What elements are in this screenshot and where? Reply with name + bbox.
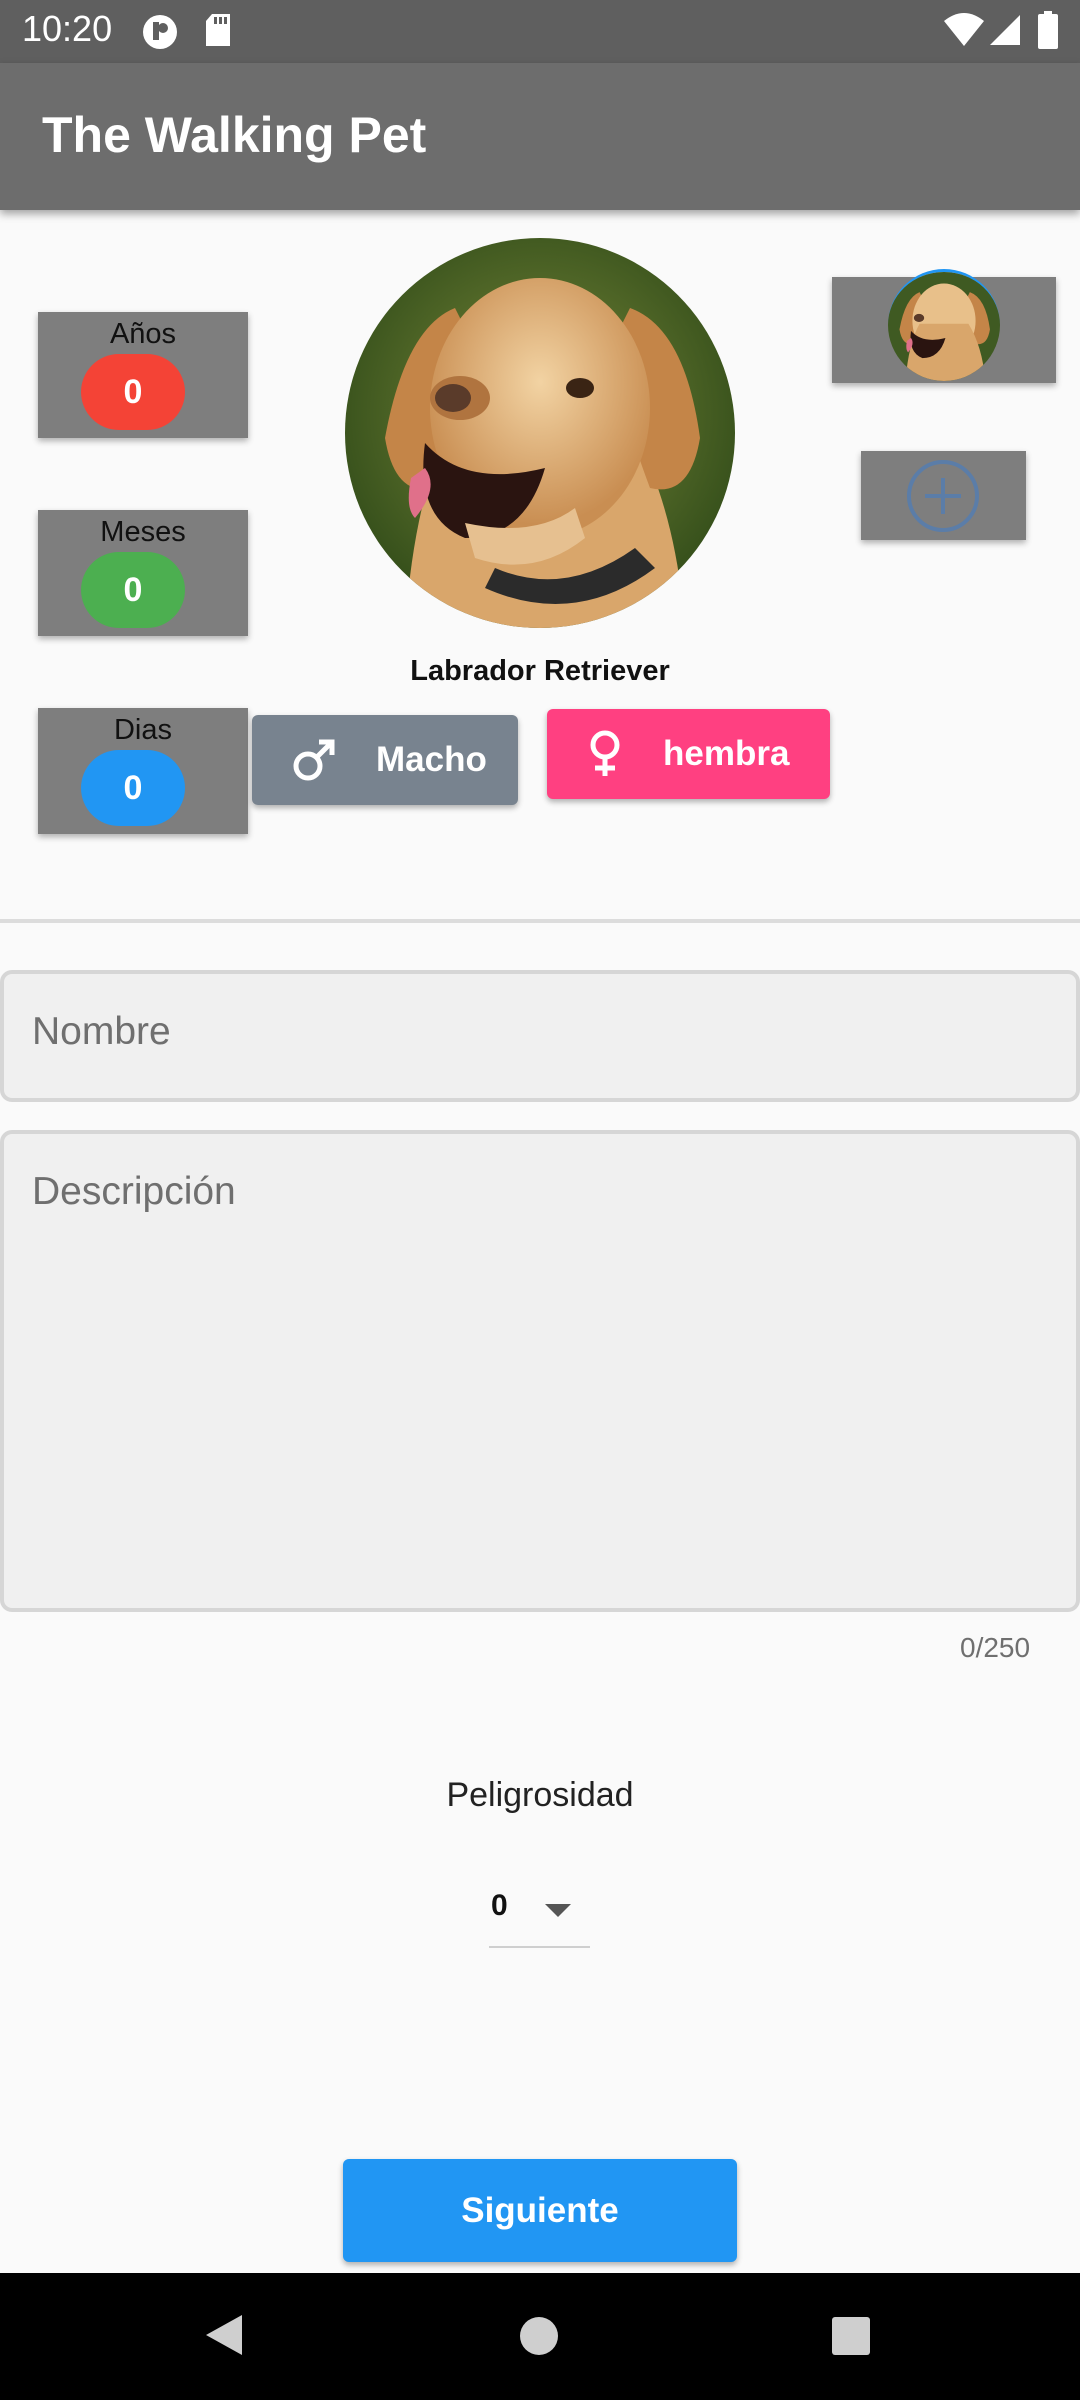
description-field[interactable]: Descripción — [0, 1130, 1080, 1612]
dropdown-arrow-icon — [545, 1904, 571, 1917]
description-placeholder: Descripción — [32, 1170, 236, 1213]
months-label: Meses — [100, 516, 186, 548]
danger-dropdown[interactable]: 0 — [489, 1875, 590, 1948]
danger-label: Peligrosidad — [446, 1776, 634, 1814]
wifi-icon — [944, 13, 984, 46]
add-photo-button[interactable] — [861, 451, 1026, 540]
status-time: 10:20 — [22, 8, 113, 49]
days-card[interactable]: Dias 0 — [38, 708, 248, 834]
days-label: Dias — [113, 714, 172, 746]
years-value[interactable]: 0 — [81, 354, 185, 430]
next-button[interactable]: Siguiente — [343, 2159, 737, 2262]
pet-photo[interactable] — [345, 238, 735, 628]
female-icon — [590, 730, 620, 776]
male-icon — [293, 739, 335, 781]
signal-icon — [990, 15, 1020, 45]
battery-icon — [1038, 11, 1058, 49]
recents-icon[interactable] — [831, 2316, 871, 2356]
months-card[interactable]: Meses 0 — [38, 510, 248, 636]
days-value[interactable]: 0 — [81, 750, 185, 826]
months-value[interactable]: 0 — [81, 552, 185, 628]
female-label: hembra — [663, 734, 790, 773]
add-circle-icon — [907, 460, 979, 532]
danger-value: 0 — [491, 1889, 508, 1922]
years-label: Años — [109, 318, 177, 350]
name-field[interactable]: Nombre — [0, 970, 1080, 1102]
photo-thumbnail-card[interactable] — [832, 269, 1056, 383]
status-bar: 10:20 — [0, 0, 1080, 63]
breed-name: Labrador Retriever — [410, 655, 670, 687]
male-button[interactable]: Macho — [252, 715, 518, 805]
section-divider — [0, 919, 1080, 923]
app-title: The Walking Pet — [42, 107, 427, 163]
user-badge-icon — [143, 15, 177, 49]
photo-thumbnail[interactable] — [888, 269, 1000, 381]
back-icon[interactable] — [204, 2313, 244, 2357]
name-placeholder: Nombre — [32, 1010, 171, 1053]
home-icon[interactable] — [519, 2316, 559, 2356]
female-button[interactable]: hembra — [547, 709, 830, 799]
description-counter: 0/250 — [960, 1632, 1031, 1663]
sd-card-icon — [206, 14, 230, 46]
years-card[interactable]: Años 0 — [38, 312, 248, 438]
navigation-bar — [0, 2273, 1080, 2400]
male-label: Macho — [376, 740, 487, 779]
